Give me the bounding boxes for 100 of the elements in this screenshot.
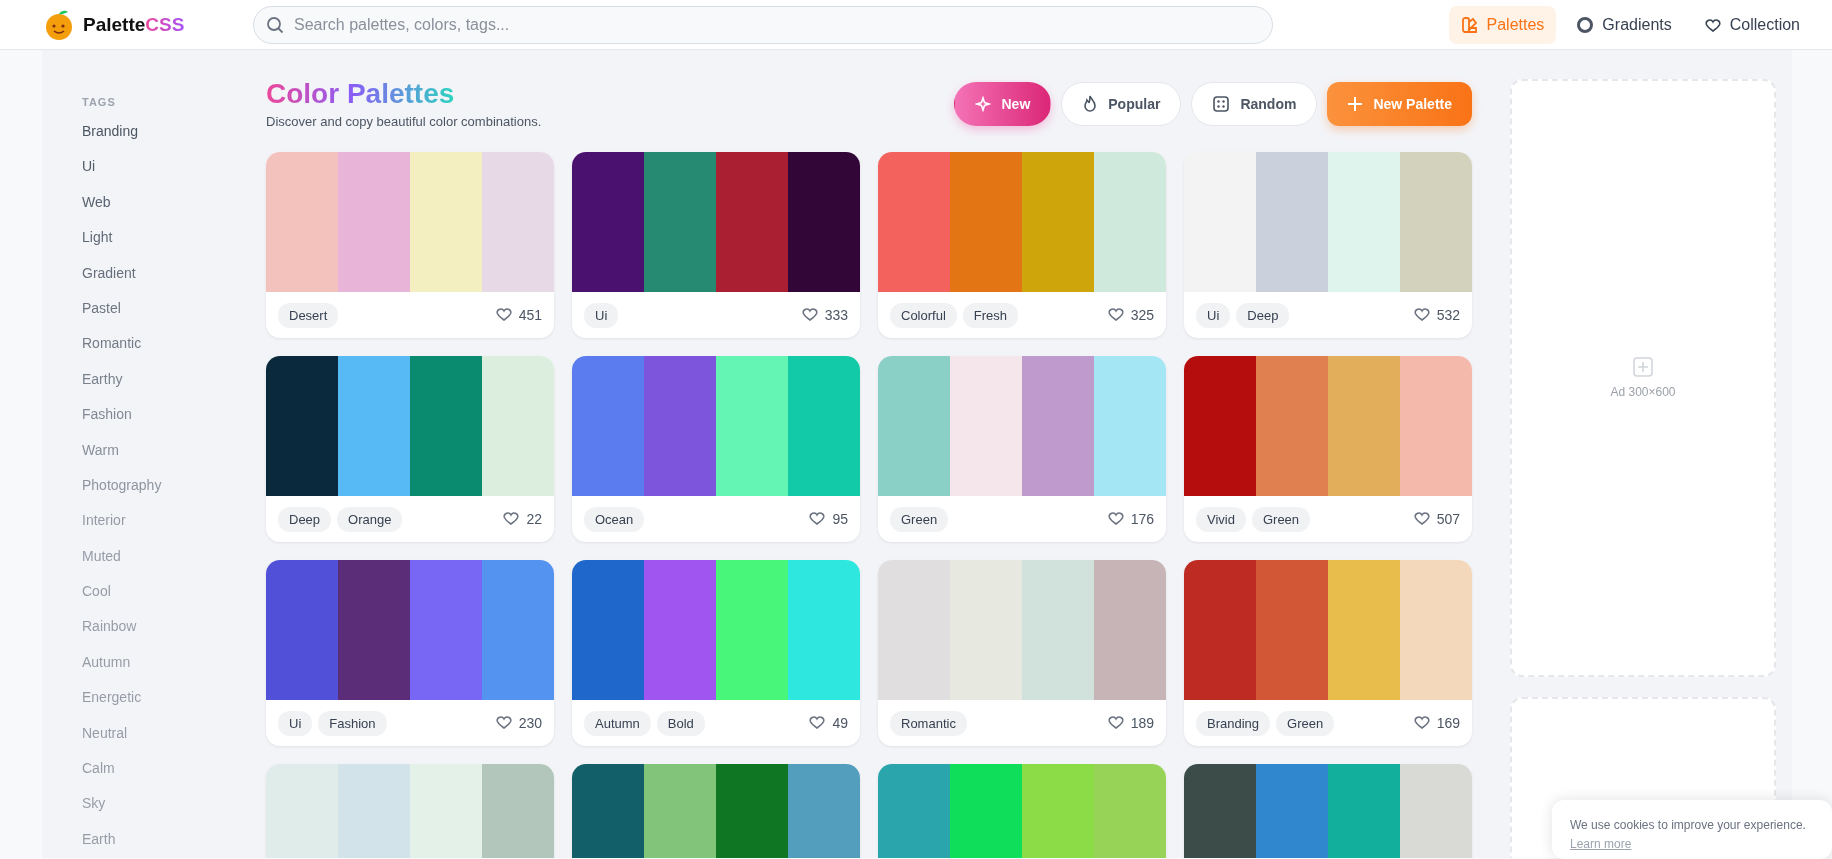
color-swatch[interactable]	[482, 356, 554, 496]
color-swatch[interactable]	[788, 356, 860, 496]
tag-chip[interactable]: Bold	[656, 710, 705, 736]
palette-card[interactable]: Green 176	[878, 356, 1166, 542]
tag-chip[interactable]: Desert	[278, 302, 339, 328]
tag-chip[interactable]: Deep	[1236, 302, 1290, 328]
tag-chip[interactable]: Ui	[584, 302, 619, 328]
color-swatch[interactable]	[338, 560, 410, 700]
color-swatch[interactable]	[572, 560, 644, 700]
palette-card[interactable]: Ocean 95	[572, 356, 860, 542]
tag-link[interactable]: Earthy	[82, 371, 123, 408]
palette-card[interactable]: Branding Green 169	[1184, 560, 1472, 746]
tag-chip[interactable]: Ui	[278, 710, 313, 736]
tag-link[interactable]: Ui	[82, 159, 96, 195]
logo-text[interactable]: PaletteCSS	[83, 13, 185, 36]
tag-chip[interactable]: Ocean	[584, 506, 645, 532]
tag-chip[interactable]: Vivid	[1196, 506, 1246, 532]
tag-chip[interactable]: Green	[890, 506, 949, 532]
tag-chip[interactable]: Deep	[278, 506, 332, 532]
color-swatch[interactable]	[482, 152, 554, 292]
color-swatch[interactable]	[950, 152, 1022, 292]
color-swatch[interactable]	[1022, 152, 1094, 292]
nav-tab[interactable]: Gradients	[1564, 5, 1684, 44]
palette-card[interactable]: Autumn Bold 49	[572, 560, 860, 746]
palette-card[interactable]: Deep Orange 22	[266, 356, 554, 542]
color-swatch[interactable]	[482, 560, 554, 700]
color-swatch[interactable]	[1184, 356, 1256, 496]
color-swatch[interactable]	[1022, 356, 1094, 496]
palette-card[interactable]: Ui 333	[572, 152, 860, 338]
color-swatch[interactable]	[878, 560, 950, 700]
color-swatch[interactable]	[1256, 560, 1328, 700]
color-swatch[interactable]	[572, 356, 644, 496]
color-swatch[interactable]	[410, 152, 482, 292]
sort-tab[interactable]: Random	[1191, 82, 1318, 126]
color-swatch[interactable]	[716, 356, 788, 496]
color-swatch[interactable]	[644, 356, 716, 496]
color-swatch[interactable]	[1184, 152, 1256, 292]
like-count: 333	[824, 307, 848, 323]
color-swatch[interactable]	[1328, 560, 1400, 700]
palette-card[interactable]: Ui Fashion 230	[266, 560, 554, 746]
tag-link[interactable]: Branding	[82, 124, 139, 160]
color-swatch[interactable]	[266, 356, 338, 496]
color-swatch[interactable]	[410, 356, 482, 496]
tag-link[interactable]: Web	[82, 194, 111, 231]
color-swatch[interactable]	[950, 356, 1022, 496]
color-swatch[interactable]	[1094, 152, 1166, 292]
color-swatch[interactable]	[266, 560, 338, 700]
color-swatch[interactable]	[950, 560, 1022, 700]
tag-chip[interactable]: Colorful	[890, 302, 957, 328]
tag-chip[interactable]: Green	[1251, 506, 1311, 532]
tag-link[interactable]: Romantic	[82, 336, 142, 372]
color-swatch[interactable]	[788, 560, 860, 700]
color-swatch[interactable]	[1400, 560, 1472, 700]
tag-chip[interactable]: Branding	[1196, 710, 1271, 736]
color-swatch[interactable]	[1094, 356, 1166, 496]
color-swatch[interactable]	[1022, 560, 1094, 700]
color-swatch[interactable]	[716, 152, 788, 292]
color-swatch[interactable]	[1094, 560, 1166, 700]
color-swatch[interactable]	[644, 560, 716, 700]
palette-card[interactable]: Vivid Green 507	[1184, 356, 1472, 542]
tag-link[interactable]: Gradient	[82, 265, 136, 301]
tag-chip[interactable]: Fashion	[318, 710, 387, 736]
color-swatch[interactable]	[338, 356, 410, 496]
color-swatch[interactable]	[1328, 356, 1400, 496]
tag-chip[interactable]: Orange	[337, 506, 403, 532]
tag-link[interactable]: Pastel	[82, 300, 121, 337]
color-swatch[interactable]	[788, 152, 860, 292]
tag-chip[interactable]: Autumn	[584, 710, 651, 736]
palette-icon	[1460, 15, 1479, 34]
tag-chip[interactable]: Romantic	[890, 710, 967, 736]
color-swatch[interactable]	[1400, 356, 1472, 496]
palette-card[interactable]: Romantic 189	[878, 560, 1166, 746]
color-swatch[interactable]	[878, 356, 950, 496]
color-swatch[interactable]	[716, 560, 788, 700]
sort-tab[interactable]: New	[954, 82, 1052, 126]
color-swatch[interactable]	[410, 560, 482, 700]
color-swatch[interactable]	[644, 152, 716, 292]
like-count: 95	[832, 511, 848, 527]
tag-chip[interactable]: Green	[1276, 710, 1335, 736]
color-swatch[interactable]	[266, 152, 338, 292]
color-swatch[interactable]	[1256, 152, 1328, 292]
search-field[interactable]: Search palettes, colors, tags...	[253, 5, 1273, 44]
color-swatch[interactable]	[878, 152, 950, 292]
color-swatch[interactable]	[1256, 356, 1328, 496]
color-swatch[interactable]	[1184, 560, 1256, 700]
color-swatch[interactable]	[1400, 152, 1472, 292]
tag-chip[interactable]: Fresh	[962, 302, 1019, 328]
color-swatch[interactable]	[1328, 152, 1400, 292]
palette-card[interactable]: Desert 451	[266, 152, 554, 338]
flame-icon	[1082, 95, 1099, 113]
like-count: 22	[526, 511, 542, 527]
color-swatch[interactable]	[338, 152, 410, 292]
tag-chip[interactable]: Ui	[1196, 302, 1231, 328]
color-swatch[interactable]	[572, 152, 644, 292]
nav-tab[interactable]: Collection	[1691, 5, 1812, 44]
palette-card[interactable]: Ui Deep 532	[1184, 152, 1472, 338]
like-count: 49	[832, 715, 848, 731]
sort-tab[interactable]: Popular	[1061, 82, 1182, 126]
palette-card[interactable]: Colorful Fresh 325	[878, 152, 1166, 338]
tag-link[interactable]: Light	[82, 230, 113, 266]
